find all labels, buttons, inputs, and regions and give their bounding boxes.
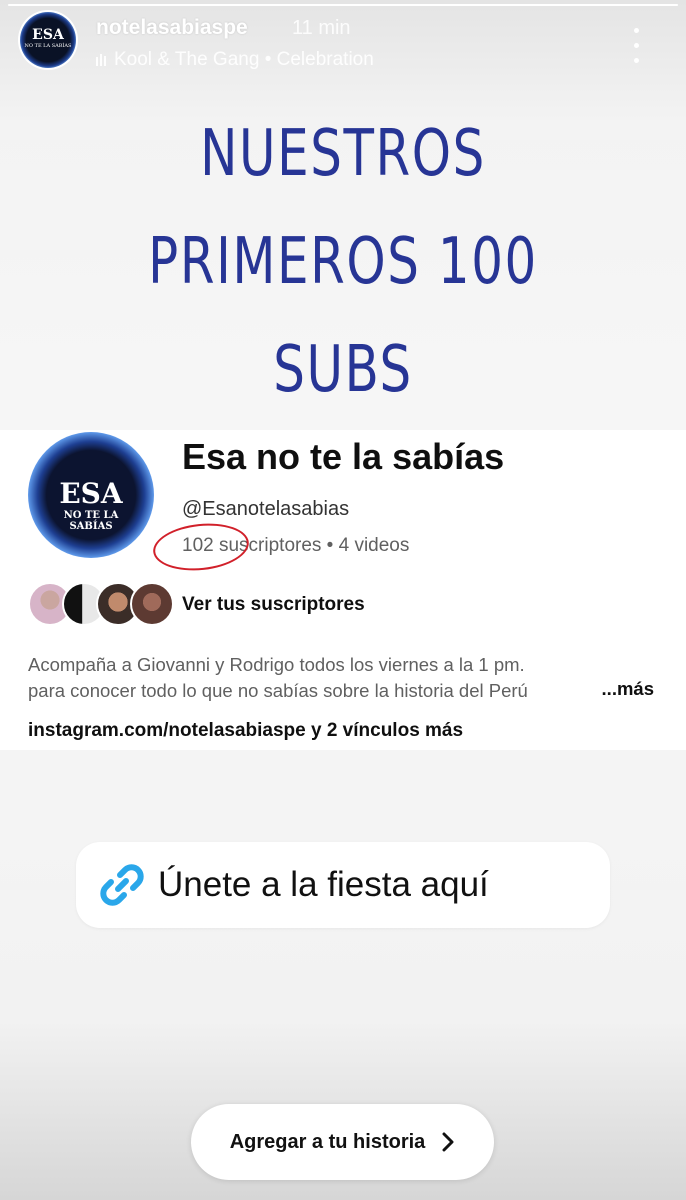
more-options-icon[interactable] [626, 26, 646, 66]
link-sticker[interactable]: Únete a la fiesta aquí [76, 842, 610, 928]
story-progress-fill [8, 4, 678, 6]
music-title: Kool & The Gang • Celebration [114, 49, 374, 70]
story-headline: NUESTROS PRIMEROS 100 SUBS [0, 100, 686, 424]
music-bars-icon [96, 54, 106, 66]
channel-logo-text: ESA [59, 477, 123, 510]
channel-avatar: ESA NO TE LA SABÍAS [28, 432, 154, 558]
chevron-right-icon [442, 1132, 454, 1152]
profile-avatar[interactable]: ESA NO TE LA SABÍAS [20, 12, 76, 68]
channel-links: instagram.com/notelasabiaspe y 2 vínculo… [28, 720, 464, 741]
channel-description: Acompaña a Giovanni y Rodrigo todos los … [28, 652, 654, 704]
view-subscribers-link: Ver tus suscriptores [182, 594, 365, 615]
description-line-1: Acompaña a Giovanni y Rodrigo todos los … [28, 654, 525, 675]
headline-line-2: PRIMEROS 100 [148, 225, 538, 299]
add-to-story-button[interactable]: Agregar a tu historia [191, 1104, 494, 1180]
link-icon [100, 864, 144, 906]
story-timestamp: 11 min [292, 17, 351, 39]
subscriber-avatar [130, 582, 174, 626]
link-sticker-label: Únete a la fiesta aquí [158, 865, 489, 904]
channel-logo-subtext: NO TE LA SABÍAS [63, 510, 119, 532]
add-to-story-label: Agregar a tu historia [229, 1130, 426, 1153]
story-username[interactable]: notelasabiaspe [96, 16, 248, 40]
description-line-2: para conocer todo lo que no sabías sobre… [28, 680, 528, 701]
description-more: ...más [587, 678, 654, 700]
avatar-logo-subtext: NO TE LA SABÍAS [24, 43, 72, 49]
channel-avatar-logo: ESA NO TE LA SABÍAS [50, 454, 132, 536]
headline-line-3: SUBS [273, 333, 413, 407]
story-progress-bar [8, 4, 678, 6]
music-attribution[interactable]: Kool & The Gang • Celebration [96, 49, 374, 71]
avatar-logo-text: ESA [32, 27, 64, 43]
channel-handle: @Esanotelasabias [182, 498, 350, 520]
channel-name: Esa no te la sabías [182, 436, 505, 477]
story-header: ESA NO TE LA SABÍAS notelasabiaspe 11 mi… [20, 12, 666, 72]
subscriber-avatars [28, 582, 174, 626]
headline-line-1: NUESTROS [200, 117, 486, 191]
